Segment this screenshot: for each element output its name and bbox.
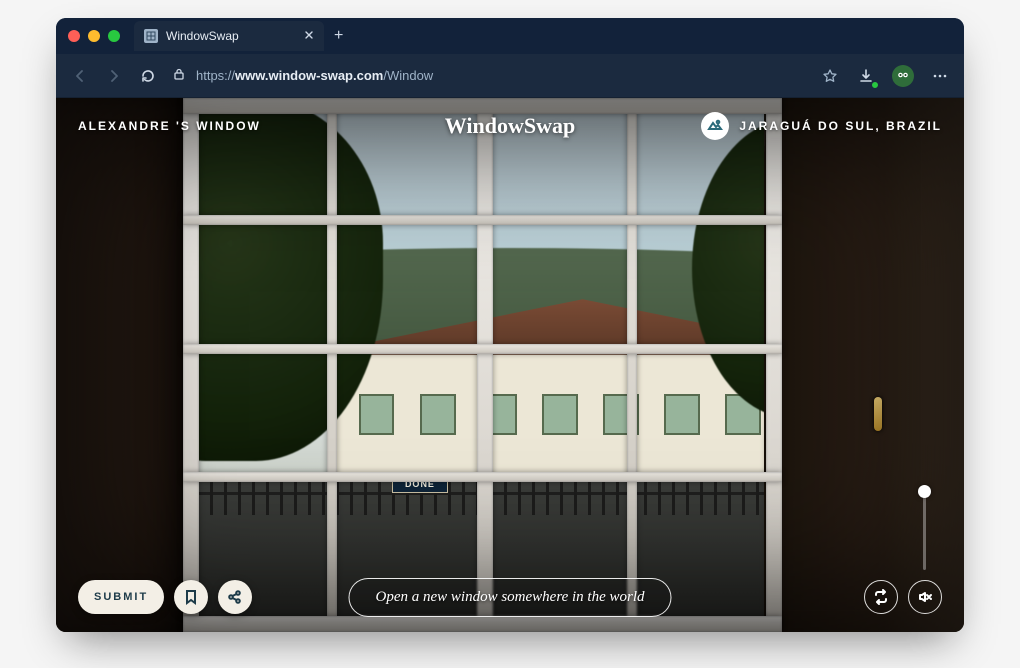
map-pin-icon xyxy=(701,112,729,140)
overlay-header: ALEXANDRE 'S WINDOW WindowSwap JARAGUÁ D… xyxy=(56,112,964,140)
bookmark-icon xyxy=(183,589,199,605)
more-menu-button[interactable] xyxy=(930,66,950,86)
loop-icon xyxy=(873,589,889,605)
tab-favicon-icon xyxy=(144,29,158,43)
profile-avatar[interactable] xyxy=(892,65,914,87)
url-scheme: https:// xyxy=(196,68,235,83)
window-controls xyxy=(68,30,120,42)
titlebar: WindowSwap + xyxy=(56,18,964,54)
forward-button[interactable] xyxy=(104,66,124,86)
back-button[interactable] xyxy=(70,66,90,86)
address-bar[interactable]: https://www.window-swap.com/Window xyxy=(172,67,806,84)
zoom-window-button[interactable] xyxy=(108,30,120,42)
favorite-button[interactable] xyxy=(820,66,840,86)
mute-button[interactable] xyxy=(908,580,942,614)
speaker-muted-icon xyxy=(917,589,933,605)
url-text: https://www.window-swap.com/Window xyxy=(196,68,433,83)
app-logo[interactable]: WindowSwap xyxy=(445,113,575,139)
open-new-window-button[interactable]: Open a new window somewhere in the world xyxy=(348,578,671,617)
new-tab-button[interactable]: + xyxy=(334,27,343,45)
location[interactable]: JARAGUÁ DO SUL, BRAZIL xyxy=(701,112,942,140)
share-icon xyxy=(227,589,243,605)
url-path: /Window xyxy=(383,68,433,83)
close-window-button[interactable] xyxy=(68,30,80,42)
location-text: JARAGUÁ DO SUL, BRAZIL xyxy=(739,119,942,133)
browser-window: WindowSwap + https://www.window-swap.com… xyxy=(56,18,964,632)
reload-button[interactable] xyxy=(138,66,158,86)
submit-button[interactable]: SUBMIT xyxy=(78,580,164,614)
window-frame xyxy=(183,98,782,632)
volume-slider-thumb[interactable] xyxy=(918,485,931,498)
bookmark-button[interactable] xyxy=(174,580,208,614)
tab-title: WindowSwap xyxy=(166,29,239,43)
volume-slider-track[interactable] xyxy=(923,490,926,570)
share-button[interactable] xyxy=(218,580,252,614)
page-viewport: DONE ALEXANDRE 'S WINDOW Window xyxy=(56,98,964,632)
door-handle xyxy=(874,397,882,431)
window-video: DONE xyxy=(56,98,964,632)
loop-button[interactable] xyxy=(864,580,898,614)
downloads-button[interactable] xyxy=(856,66,876,86)
download-complete-badge-icon xyxy=(871,81,879,89)
minimize-window-button[interactable] xyxy=(88,30,100,42)
overlay-footer: SUBMIT Open a new window somewhere in th… xyxy=(56,580,964,614)
window-owner-label: ALEXANDRE 'S WINDOW xyxy=(78,119,261,133)
close-tab-button[interactable] xyxy=(304,29,314,43)
lock-icon xyxy=(172,67,186,84)
browser-tab[interactable]: WindowSwap xyxy=(134,21,324,51)
url-host: www.window-swap.com xyxy=(235,68,383,83)
browser-toolbar: https://www.window-swap.com/Window xyxy=(56,54,964,98)
